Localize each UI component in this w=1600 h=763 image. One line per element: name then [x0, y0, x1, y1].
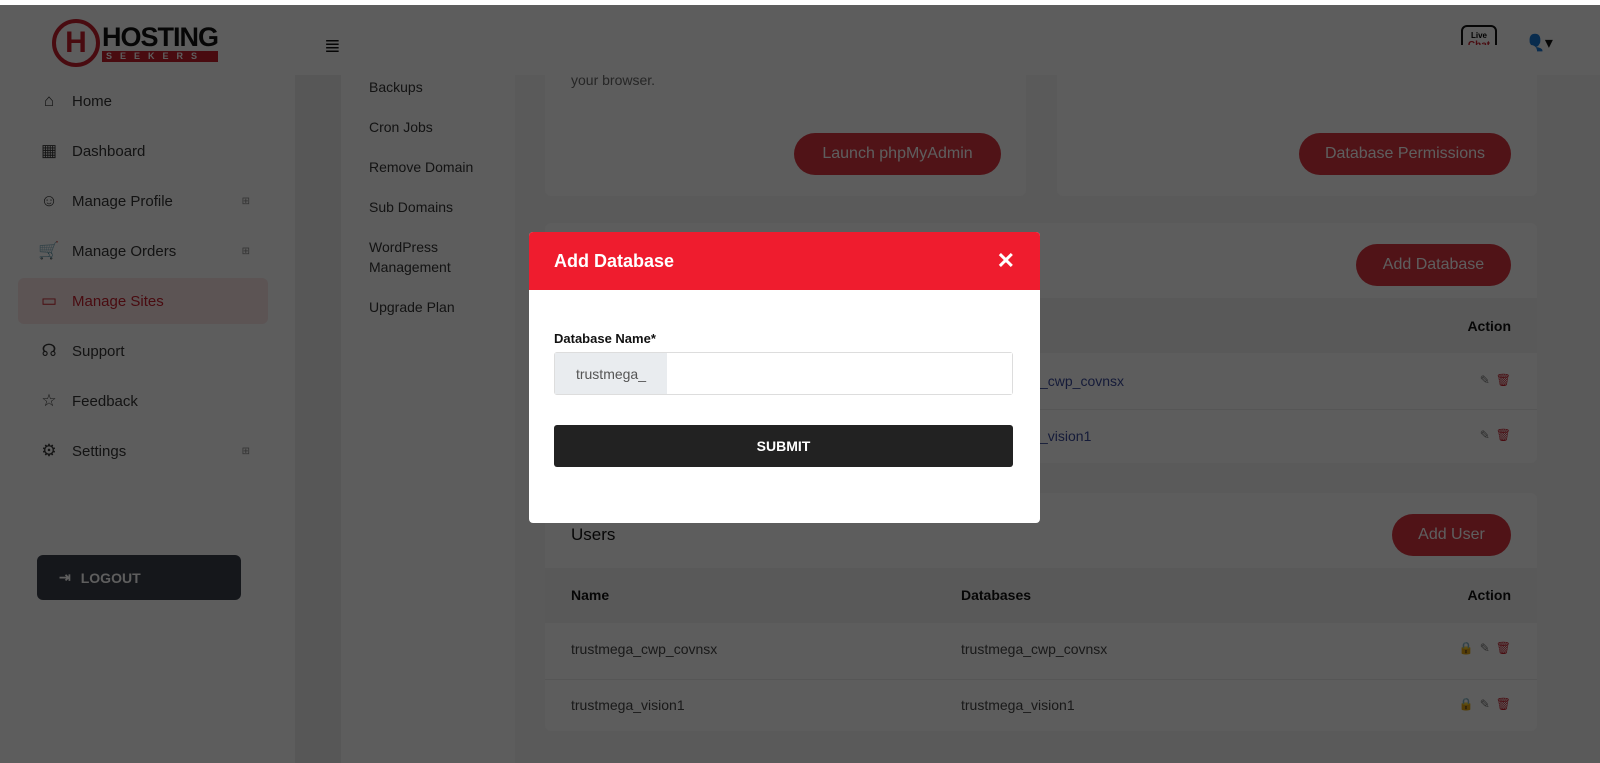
headset-icon: ☊	[41, 341, 57, 360]
sidebar-item-label: Dashboard	[72, 142, 146, 160]
submenu-sub-domains[interactable]: Sub Domains	[369, 197, 453, 217]
sidebar-item-label: Manage Sites	[72, 292, 164, 310]
row-actions: 🔒 ✎ 🗑	[1459, 697, 1511, 711]
logo[interactable]: H HOSTING SEEKERS	[52, 19, 219, 67]
database-link[interactable]: _vision1	[1040, 428, 1091, 444]
user-gear-icon: ☺	[40, 191, 58, 210]
sidebar-item-label: Manage Orders	[72, 242, 177, 260]
home-icon: ⌂	[43, 91, 55, 110]
submenu-remove-domain[interactable]: Remove Domain	[369, 157, 473, 177]
row-actions: 🔒 ✎ 🗑	[1459, 641, 1511, 655]
database-link[interactable]: _cwp_covnsx	[1040, 373, 1124, 389]
logo-sub: SEEKERS	[102, 51, 219, 62]
add-database-modal: Add Database ✕ Database Name* trustmega_…	[529, 232, 1040, 523]
row-actions: ✎ 🗑	[1480, 373, 1511, 387]
submenu-wordpress-management[interactable]: WordPress Management	[369, 237, 479, 277]
launch-phpmyadmin-button[interactable]: Launch phpMyAdmin	[794, 133, 1001, 175]
submit-button[interactable]: SUBMIT	[554, 425, 1013, 467]
site-submenu: Backups Cron Jobs Remove Domain Sub Doma…	[341, 75, 515, 763]
user-name: trustmega_cwp_covnsx	[571, 641, 718, 657]
trash-icon[interactable]: 🗑	[1496, 428, 1511, 442]
submenu-cron-jobs[interactable]: Cron Jobs	[369, 117, 433, 137]
submenu-upgrade-plan[interactable]: Upgrade Plan	[369, 297, 455, 317]
trash-icon[interactable]: 🗑	[1496, 373, 1511, 387]
user-databases: trustmega_vision1	[961, 697, 1075, 713]
sidebar-item-manage-profile[interactable]: ☺ Manage Profile ⊞	[18, 178, 268, 224]
permissions-card: Database Permissions	[1057, 45, 1537, 196]
database-name-label: Database Name*	[554, 331, 656, 346]
table-header-row	[545, 568, 1537, 623]
globe-logo-icon: H	[52, 19, 100, 67]
name-header: Name	[571, 587, 610, 603]
sidebar-item-label: Settings	[72, 442, 127, 460]
sidebar-item-home[interactable]: ⌂ Home	[18, 78, 268, 124]
sidebar-item-dashboard[interactable]: ▦ Dashboard	[18, 128, 268, 174]
sidebar-item-manage-sites[interactable]: ▭ Manage Sites	[18, 278, 268, 324]
sidebar-item-support[interactable]: ☊ Support	[18, 328, 268, 374]
sidebar-item-feedback[interactable]: ☆ Feedback	[18, 378, 268, 424]
sidebar-item-label: Support	[72, 342, 125, 360]
trash-icon[interactable]: 🗑	[1496, 641, 1511, 655]
add-database-button[interactable]: Add Database	[1356, 244, 1511, 286]
phpmyadmin-card: your browser. Launch phpMyAdmin	[545, 45, 1026, 196]
hamburger-menu-icon[interactable]: ≣	[324, 33, 341, 58]
database-name-group: trustmega_	[554, 352, 1013, 395]
action-header: Action	[1467, 587, 1511, 603]
sidebar-item-label: Manage Profile	[72, 192, 173, 210]
gear-icon: ⚙	[41, 441, 57, 460]
expand-icon: ⊞	[241, 445, 250, 457]
sidebar-item-label: Feedback	[72, 392, 138, 410]
star-icon: ☆	[41, 391, 57, 410]
submenu-backups[interactable]: Backups	[369, 77, 423, 97]
action-header: Action	[1467, 318, 1511, 334]
laptop-icon: ▭	[40, 291, 58, 310]
live-chat-top: Live	[1470, 31, 1487, 40]
edit-icon[interactable]: ✎	[1480, 428, 1490, 442]
modal-header: Add Database ✕	[529, 232, 1040, 290]
gutter	[295, 75, 341, 763]
user-databases: trustmega_cwp_covnsx	[961, 641, 1108, 657]
expand-icon: ⊞	[241, 245, 250, 257]
logout-button[interactable]: ⇥ LOGOUT	[37, 555, 241, 600]
edit-icon[interactable]: ✎	[1480, 641, 1490, 655]
dashboard-icon: ▦	[40, 141, 58, 160]
logout-icon: ⇥	[59, 569, 71, 585]
sidebar-item-settings[interactable]: ⚙ Settings ⊞	[18, 428, 268, 474]
edit-icon[interactable]: ✎	[1480, 697, 1490, 711]
user-name: trustmega_vision1	[571, 697, 685, 713]
modal-title: Add Database	[554, 250, 675, 271]
sidebar: ⌂ Home ▦ Dashboard ☺ Manage Profile ⊞ 🛒 Manag…	[0, 75, 295, 763]
lock-icon[interactable]: 🔒	[1459, 697, 1474, 711]
cart-icon: 🛒	[38, 241, 60, 260]
trash-icon[interactable]: 🗑	[1496, 697, 1511, 711]
row-divider	[545, 679, 1537, 680]
sidebar-item-manage-orders[interactable]: 🛒 Manage Orders ⊞	[18, 228, 268, 274]
database-prefix: trustmega_	[555, 353, 667, 394]
add-user-button[interactable]: Add User	[1392, 514, 1511, 556]
database-permissions-button[interactable]: Database Permissions	[1299, 133, 1511, 175]
phpmyadmin-text: your browser.	[571, 72, 656, 88]
expand-icon: ⊞	[241, 195, 250, 207]
logo-main: HOSTING	[102, 22, 219, 52]
close-icon[interactable]: ✕	[997, 248, 1015, 274]
database-name-input[interactable]	[667, 353, 1012, 394]
logout-label: LOGOUT	[80, 569, 141, 586]
row-actions: ✎ 🗑	[1480, 428, 1511, 442]
databases-header: Databases	[961, 587, 1032, 603]
sidebar-item-label: Home	[72, 92, 113, 110]
users-title: Users	[571, 525, 616, 544]
users-card: Users Add User Name Databases Action tru…	[545, 493, 1537, 731]
lock-icon[interactable]: 🔒	[1459, 641, 1474, 655]
edit-icon[interactable]: ✎	[1480, 373, 1490, 387]
